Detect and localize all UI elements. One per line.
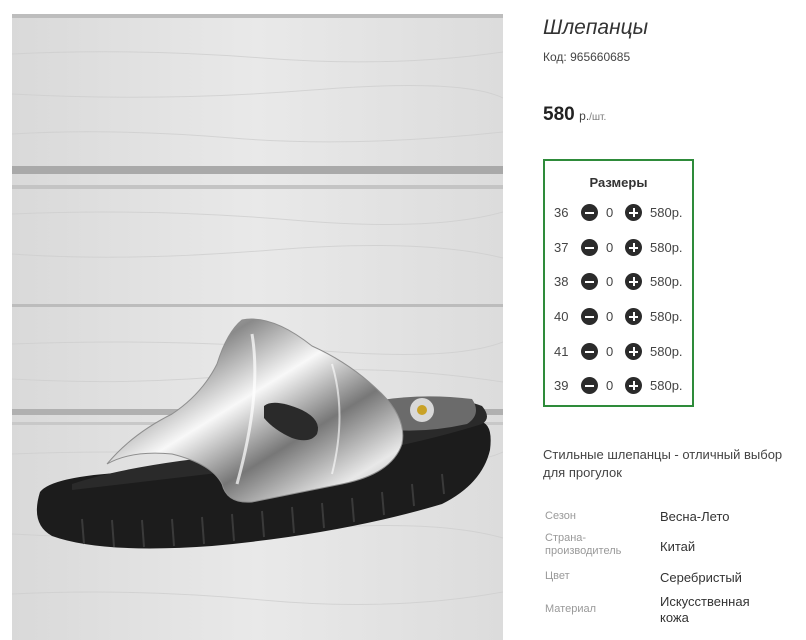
product-code: Код: 965660685 [543, 50, 630, 64]
size-price: 580р. [650, 344, 683, 359]
price-unit: р. [579, 109, 590, 123]
size-number: 37 [554, 240, 569, 255]
size-number: 39 [554, 378, 569, 393]
size-row: 41 0 580р. [545, 342, 692, 362]
size-price: 580р. [650, 274, 683, 289]
plus-icon[interactable] [625, 343, 642, 360]
size-price: 580р. [650, 240, 683, 255]
attribute-value: Искусственная кожа [660, 594, 750, 625]
product-code-label: Код: [543, 50, 567, 64]
size-price: 580р. [650, 378, 683, 393]
product-title: Шлепанцы [543, 16, 649, 39]
attribute-label: Цвет [545, 570, 570, 582]
minus-icon[interactable] [581, 377, 598, 394]
size-quantity: 0 [606, 274, 614, 289]
minus-icon[interactable] [581, 343, 598, 360]
size-number: 38 [554, 274, 569, 289]
size-row: 37 0 580р. [545, 238, 692, 258]
minus-icon[interactable] [581, 204, 598, 221]
product-code-value: 965660685 [570, 50, 631, 64]
product-photo[interactable] [12, 14, 503, 640]
size-quantity: 0 [606, 378, 614, 393]
minus-icon[interactable] [581, 239, 598, 256]
size-row: 36 0 580р. [545, 203, 692, 223]
attribute-label: Материал [545, 603, 596, 615]
size-row: 40 0 580р. [545, 307, 692, 327]
product-description: Стильные шлепанцы - отличный выбор для п… [543, 447, 783, 480]
size-quantity: 0 [606, 344, 614, 359]
attribute-label: Страна-производитель [545, 532, 622, 557]
plus-icon[interactable] [625, 239, 642, 256]
sizes-panel: Размеры 36 0 580р. 37 0 580р. 38 0 580р.… [543, 159, 694, 407]
size-number: 40 [554, 309, 569, 324]
plus-icon[interactable] [625, 377, 642, 394]
size-quantity: 0 [606, 309, 614, 324]
attribute-value: Серебристый [660, 570, 742, 585]
minus-icon[interactable] [581, 273, 598, 290]
size-price: 580р. [650, 205, 683, 220]
sizes-title: Размеры [589, 175, 648, 190]
attribute-label: Сезон [545, 510, 576, 522]
plus-icon[interactable] [625, 273, 642, 290]
price-per: /шт. [589, 112, 607, 123]
size-row: 39 0 580р. [545, 376, 692, 396]
plus-icon[interactable] [625, 204, 642, 221]
size-price: 580р. [650, 309, 683, 324]
plus-icon[interactable] [625, 308, 642, 325]
size-quantity: 0 [606, 205, 614, 220]
size-number: 36 [554, 205, 569, 220]
size-row: 38 0 580р. [545, 272, 692, 292]
attribute-value: Китай [660, 539, 696, 554]
size-quantity: 0 [606, 240, 614, 255]
attribute-value: Весна-Лето [660, 509, 730, 524]
price-amount: 580 [543, 104, 575, 125]
minus-icon[interactable] [581, 308, 598, 325]
product-price: 580 р./шт. [543, 104, 606, 126]
size-number: 41 [554, 344, 569, 359]
product-image [12, 14, 503, 640]
